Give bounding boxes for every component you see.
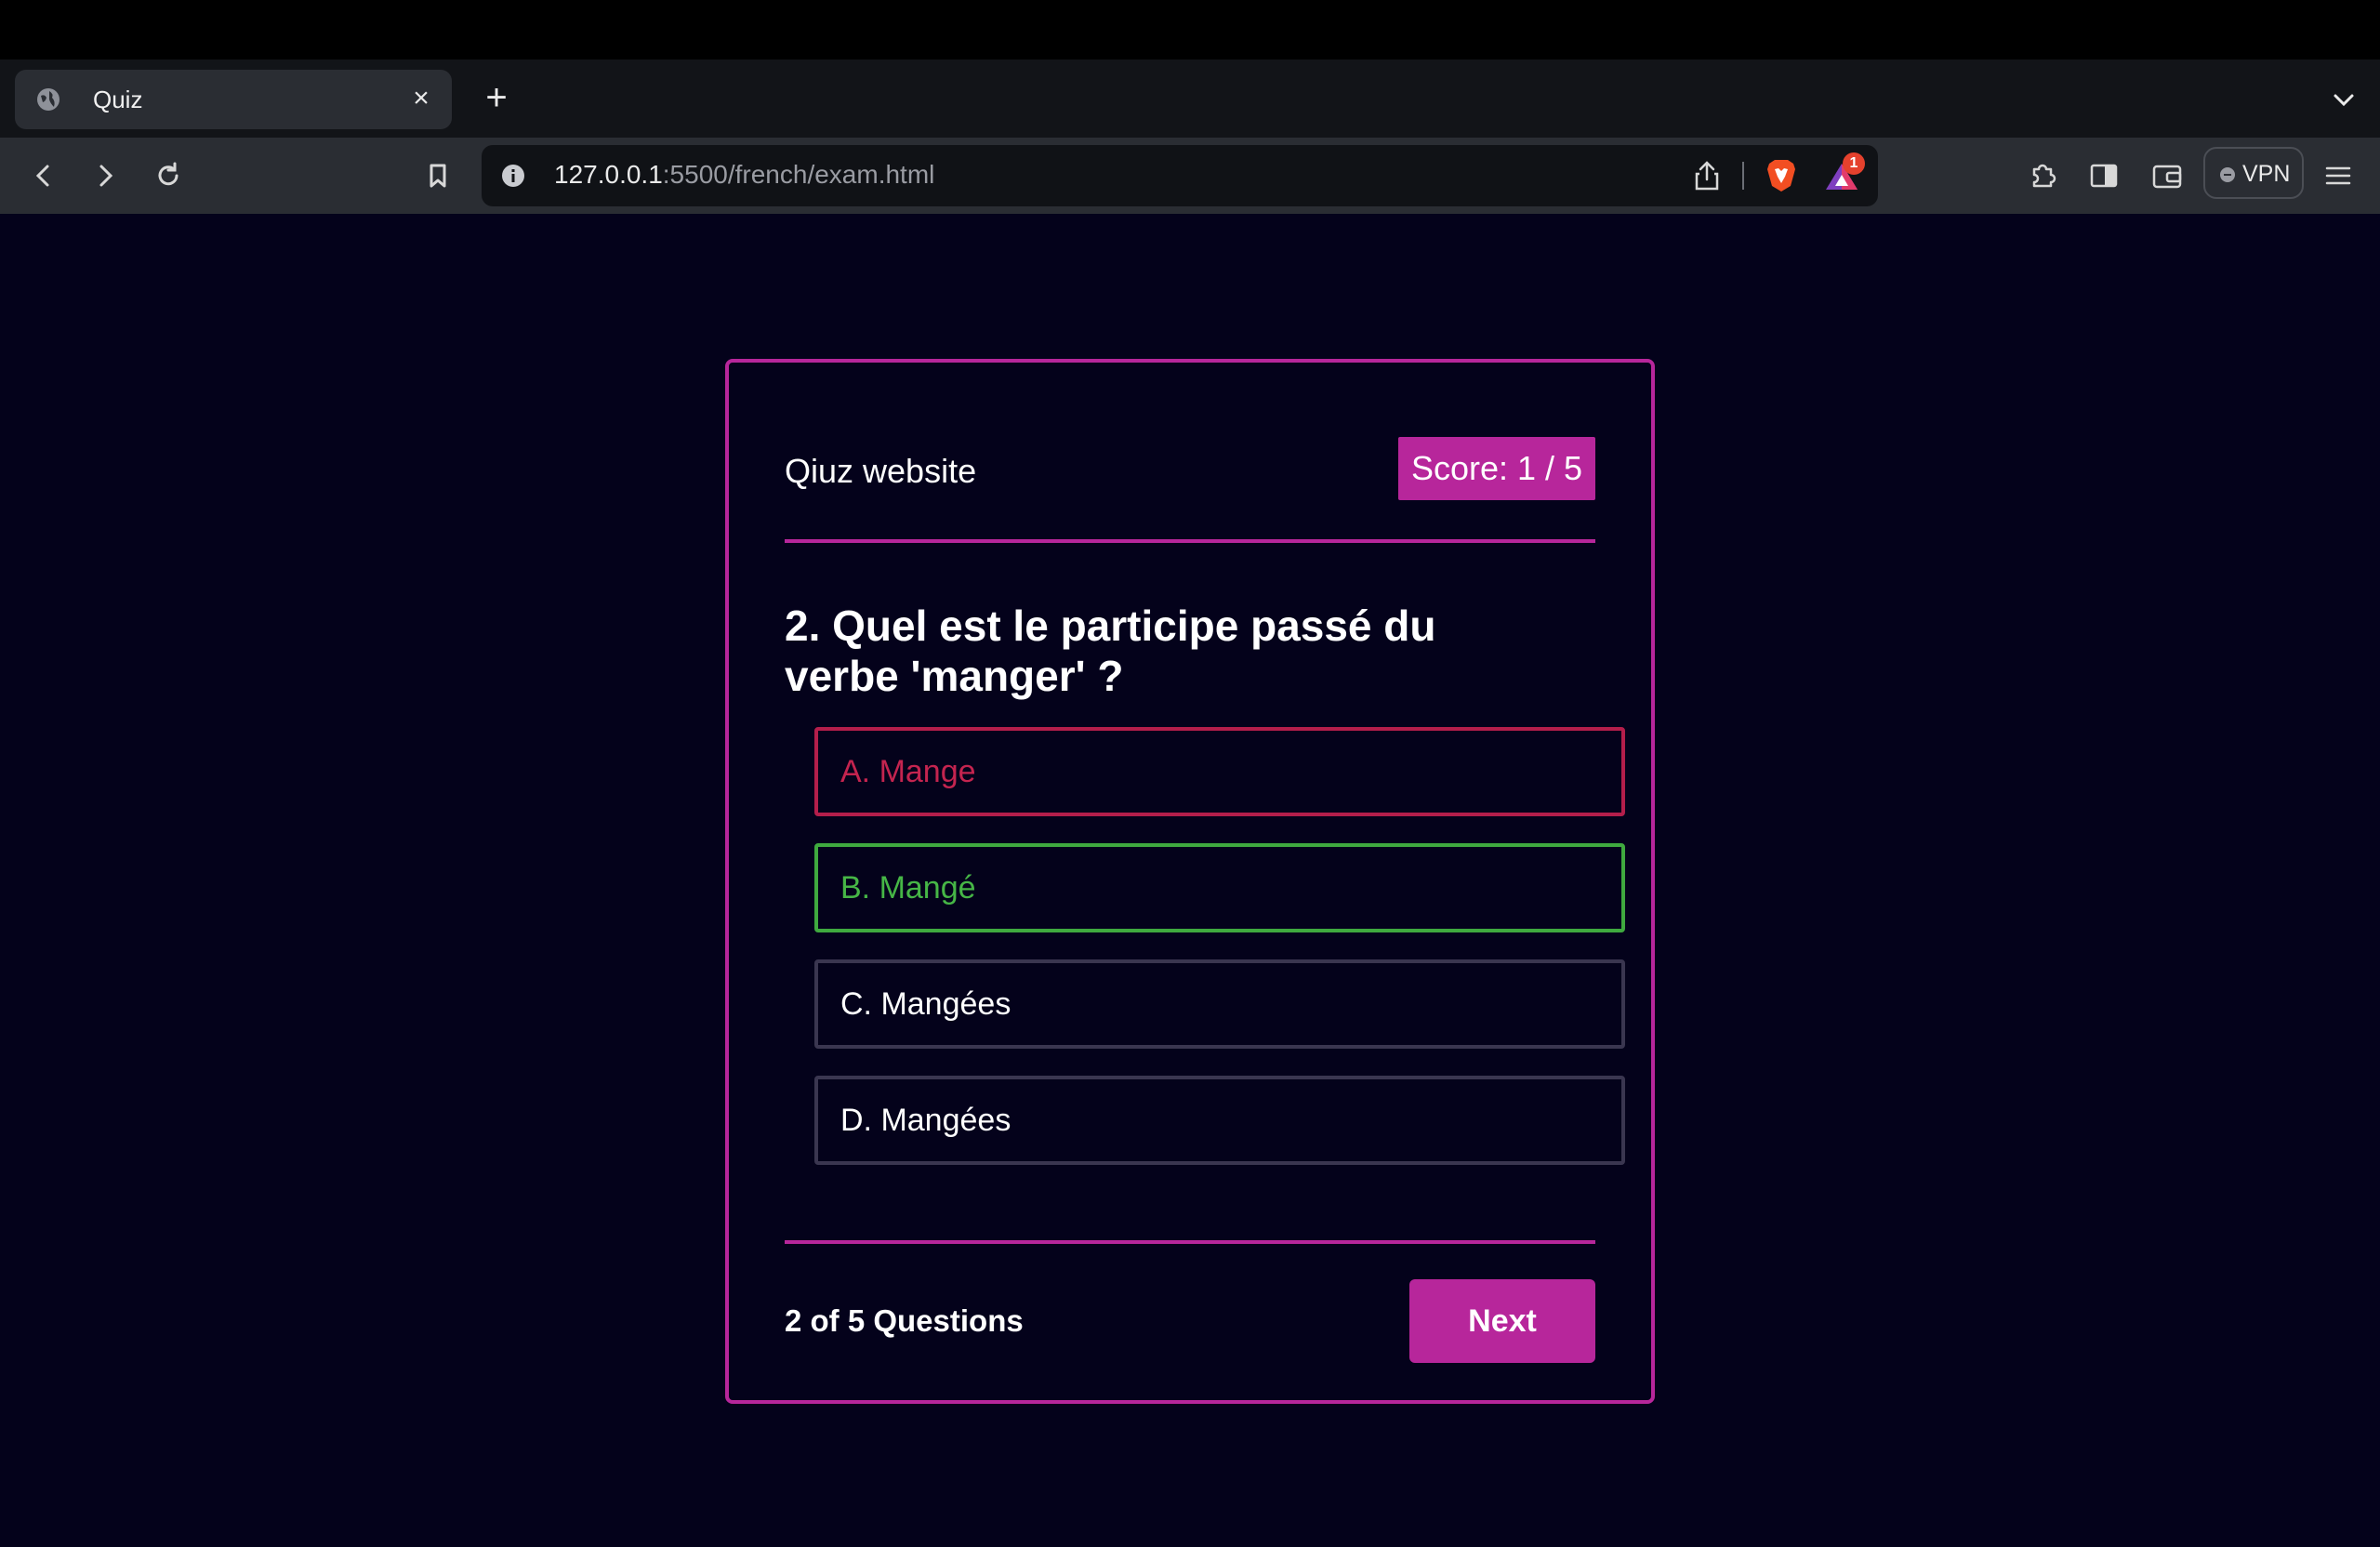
vpn-label: VPN — [2242, 161, 2291, 187]
globe-icon — [37, 88, 60, 111]
score-badge: Score: 1 / 5 — [1398, 437, 1595, 500]
quiz-title: Qiuz website — [785, 452, 977, 490]
question-text: 2. Quel est le participe passé du verbe … — [785, 602, 1436, 700]
brave-shields-icon[interactable] — [1765, 158, 1798, 193]
reload-icon[interactable] — [151, 158, 186, 193]
forward-icon[interactable] — [87, 158, 123, 193]
address-bar[interactable]: 127.0.0.1:5500/french/exam.html 1 — [482, 145, 1878, 206]
bookmark-icon[interactable] — [420, 158, 456, 193]
tab-quiz[interactable]: Quiz × — [15, 70, 452, 129]
footer-divider — [785, 1240, 1595, 1244]
extensions-icon[interactable] — [2025, 158, 2060, 193]
rewards-badge: 1 — [1843, 152, 1865, 175]
page-content: Qiuz website Score: 1 / 5 2. Quel est le… — [0, 214, 2380, 1547]
back-icon[interactable] — [26, 158, 61, 193]
rewards-button[interactable]: 1 — [1822, 152, 1865, 195]
option-b[interactable]: B. Mangé — [814, 843, 1625, 932]
separator — [1742, 162, 1744, 190]
chevron-down-icon[interactable] — [2328, 84, 2360, 115]
new-tab-icon[interactable]: + — [478, 79, 515, 117]
menu-icon[interactable] — [2320, 158, 2356, 193]
quiz-card: Qiuz website Score: 1 / 5 2. Quel est le… — [725, 359, 1655, 1404]
question-progress: 2 of 5 Questions — [785, 1303, 1024, 1338]
option-d[interactable]: D. Mangées — [814, 1076, 1625, 1165]
url-text[interactable]: 127.0.0.1:5500/french/exam.html — [554, 160, 934, 190]
close-tab-icon[interactable]: × — [405, 83, 437, 114]
site-info-icon[interactable] — [500, 163, 526, 189]
vpn-status-icon — [2220, 167, 2235, 182]
sidebar-icon[interactable] — [2086, 158, 2122, 193]
tab-title: Quiz — [93, 86, 143, 113]
next-button[interactable]: Next — [1409, 1279, 1595, 1363]
tab-strip: Quiz × + — [0, 60, 2380, 138]
vpn-button[interactable]: VPN — [2203, 147, 2304, 199]
browser-toolbar: 127.0.0.1:5500/french/exam.html 1 VPN — [0, 138, 2380, 214]
option-c[interactable]: C. Mangées — [814, 959, 1625, 1049]
option-a[interactable]: A. Mange — [814, 727, 1625, 816]
share-icon[interactable] — [1692, 160, 1722, 192]
wallet-icon[interactable] — [2149, 158, 2185, 193]
header-divider — [785, 539, 1595, 543]
